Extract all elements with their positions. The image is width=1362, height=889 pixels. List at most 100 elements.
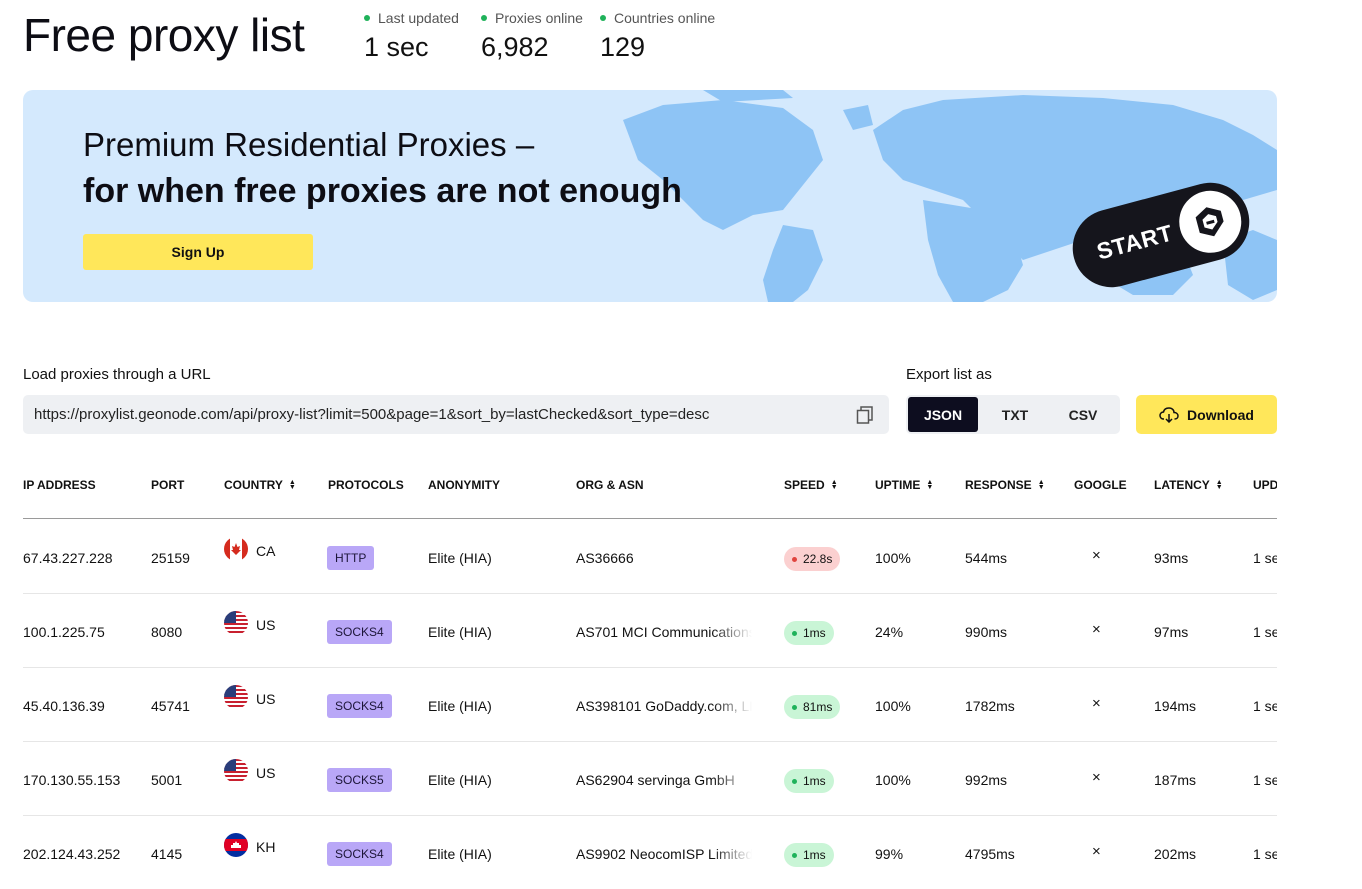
load-url-label: Load proxies through a URL bbox=[23, 366, 211, 383]
online-dot-icon bbox=[364, 15, 370, 21]
export-json-option[interactable]: JSON bbox=[908, 397, 978, 432]
table-header: IP ADDRESS PORT COUNTRY ▲ ▼ PROTOCOLS ANON… bbox=[23, 460, 1277, 519]
response-cell: 990ms bbox=[965, 624, 1008, 640]
stat-value: 6,982 bbox=[481, 32, 549, 62]
speed-badge: 22.8s bbox=[784, 547, 841, 571]
table-row[interactable]: 45.40.136.39 45741 US SOCKS4 Elite (HIA)… bbox=[23, 667, 1277, 742]
status-dot-icon bbox=[792, 704, 797, 710]
cambodia-flag-icon bbox=[224, 833, 248, 857]
us-flag-icon bbox=[224, 685, 248, 709]
col-country[interactable]: COUNTRY ▲ ▼ bbox=[224, 478, 296, 492]
export-csv-option[interactable]: CSV bbox=[1048, 397, 1118, 432]
status-dot-icon bbox=[792, 630, 797, 636]
response-cell: 992ms bbox=[965, 772, 1008, 788]
response-cell: 1782ms bbox=[965, 698, 1015, 714]
col-org-asn: ORG & ASN bbox=[576, 478, 644, 492]
protocol-badge: SOCKS4 bbox=[327, 694, 392, 718]
col-speed[interactable]: SPEED ▲ ▼ bbox=[784, 478, 838, 492]
sort-icon: ▲ ▼ bbox=[1037, 479, 1045, 491]
stat-label: Countries online bbox=[614, 10, 716, 26]
port-cell: 5001 bbox=[151, 772, 183, 788]
latency-cell: 187ms bbox=[1154, 772, 1197, 788]
online-dot-icon bbox=[481, 15, 487, 21]
col-uptime[interactable]: UPTIME ▲ ▼ bbox=[875, 478, 933, 492]
table-row[interactable]: 170.130.55.153 5001 US SOCKS5 Elite (HIA… bbox=[23, 741, 1277, 816]
banner-heading: Premium Residential Proxies – bbox=[83, 126, 535, 163]
geonode-logo-icon bbox=[1172, 183, 1249, 260]
copy-icon[interactable] bbox=[855, 405, 875, 425]
protocol-badge: SOCKS4 bbox=[327, 842, 392, 866]
anonymity-cell: Elite (HIA) bbox=[428, 846, 492, 862]
banner-subheading: for when free proxies are not enough bbox=[83, 172, 682, 210]
ip-cell: 45.40.136.39 bbox=[23, 698, 105, 714]
country-cell: US bbox=[256, 691, 276, 707]
col-port: PORT bbox=[151, 478, 185, 492]
api-url-field[interactable]: https://proxylist.geonode.com/api/proxy-… bbox=[23, 395, 889, 434]
stat-value: 129 bbox=[600, 32, 646, 62]
latency-cell: 97ms bbox=[1154, 624, 1189, 640]
promo-banner[interactable]: Premium Residential Proxies – for when f… bbox=[23, 90, 1277, 302]
export-txt-option[interactable]: TXT bbox=[980, 397, 1050, 432]
us-flag-icon bbox=[224, 611, 248, 635]
speed-badge: 1ms bbox=[784, 769, 834, 793]
col-anonymity: ANONYMITY bbox=[428, 478, 500, 492]
api-url-text: https://proxylist.geonode.com/api/proxy-… bbox=[34, 406, 710, 423]
sort-icon: ▲ ▼ bbox=[926, 479, 934, 491]
status-dot-icon bbox=[792, 556, 797, 562]
anonymity-cell: Elite (HIA) bbox=[428, 772, 492, 788]
us-flag-icon bbox=[224, 759, 248, 783]
table-row[interactable]: 67.43.227.228 25159 CA HTTP Elite (HIA) … bbox=[23, 519, 1277, 594]
latency-cell: 93ms bbox=[1154, 550, 1189, 566]
updated-cell: 1 sec bbox=[1253, 698, 1277, 714]
anonymity-cell: Elite (HIA) bbox=[428, 624, 492, 640]
status-dot-icon bbox=[792, 778, 797, 784]
org-cell: AS62904 servinga GmbH bbox=[576, 772, 752, 788]
ip-cell: 170.130.55.153 bbox=[23, 772, 121, 788]
status-dot-icon bbox=[792, 852, 797, 858]
stat-label: Last updated bbox=[378, 10, 459, 26]
country-cell: KH bbox=[256, 839, 276, 855]
sort-icon: ▲ ▼ bbox=[288, 479, 296, 491]
download-button[interactable]: Download bbox=[1136, 395, 1277, 434]
protocol-badge: SOCKS5 bbox=[327, 768, 392, 792]
port-cell: 8080 bbox=[151, 624, 183, 640]
google-x-icon: × bbox=[1092, 621, 1101, 638]
uptime-cell: 100% bbox=[875, 698, 911, 714]
canada-flag-icon bbox=[224, 537, 248, 561]
proxy-table: IP ADDRESS PORT COUNTRY ▲ ▼ PROTOCOLS ANON… bbox=[23, 460, 1277, 889]
anonymity-cell: Elite (HIA) bbox=[428, 550, 492, 566]
stat-label: Proxies online bbox=[495, 10, 583, 26]
export-format-selector: JSON TXT CSV bbox=[906, 395, 1120, 434]
col-protocols: PROTOCOLS bbox=[328, 478, 404, 492]
col-google: GOOGLE bbox=[1074, 478, 1127, 492]
start-badge-label: START bbox=[1093, 219, 1176, 265]
google-x-icon: × bbox=[1092, 769, 1101, 786]
col-response[interactable]: RESPONSE ▲ ▼ bbox=[965, 478, 1045, 492]
ip-cell: 67.43.227.228 bbox=[23, 550, 113, 566]
stat-value: 1 sec bbox=[364, 32, 429, 62]
online-dot-icon bbox=[600, 15, 606, 21]
sign-up-button[interactable]: Sign Up bbox=[83, 234, 313, 270]
country-cell: US bbox=[256, 765, 276, 781]
col-latency[interactable]: LATENCY ▲ ▼ bbox=[1154, 478, 1223, 492]
port-cell: 45741 bbox=[151, 698, 190, 714]
country-cell: US bbox=[256, 617, 276, 633]
table-row[interactable]: 100.1.225.75 8080 US SOCKS4 Elite (HIA) … bbox=[23, 593, 1277, 668]
response-cell: 544ms bbox=[965, 550, 1008, 566]
google-x-icon: × bbox=[1092, 547, 1101, 564]
ip-cell: 100.1.225.75 bbox=[23, 624, 105, 640]
sort-icon: ▲ ▼ bbox=[1215, 479, 1223, 491]
uptime-cell: 99% bbox=[875, 846, 904, 862]
port-cell: 4145 bbox=[151, 846, 183, 862]
protocol-badge: SOCKS4 bbox=[327, 620, 392, 644]
uptime-cell: 24% bbox=[875, 624, 904, 640]
org-cell: AS701 MCI Communications bbox=[576, 624, 752, 640]
anonymity-cell: Elite (HIA) bbox=[428, 698, 492, 714]
speed-badge: 1ms bbox=[784, 843, 834, 867]
org-cell: AS398101 GoDaddy.com, LLC bbox=[576, 698, 752, 714]
page-title: Free proxy list bbox=[23, 9, 305, 61]
table-row[interactable]: 202.124.43.252 4145 KH SOCKS4 Elite (HIA… bbox=[23, 815, 1277, 889]
updated-cell: 1 sec bbox=[1253, 624, 1277, 640]
download-label: Download bbox=[1187, 406, 1254, 423]
stat-last-updated: Last updated 1 sec bbox=[364, 10, 459, 63]
